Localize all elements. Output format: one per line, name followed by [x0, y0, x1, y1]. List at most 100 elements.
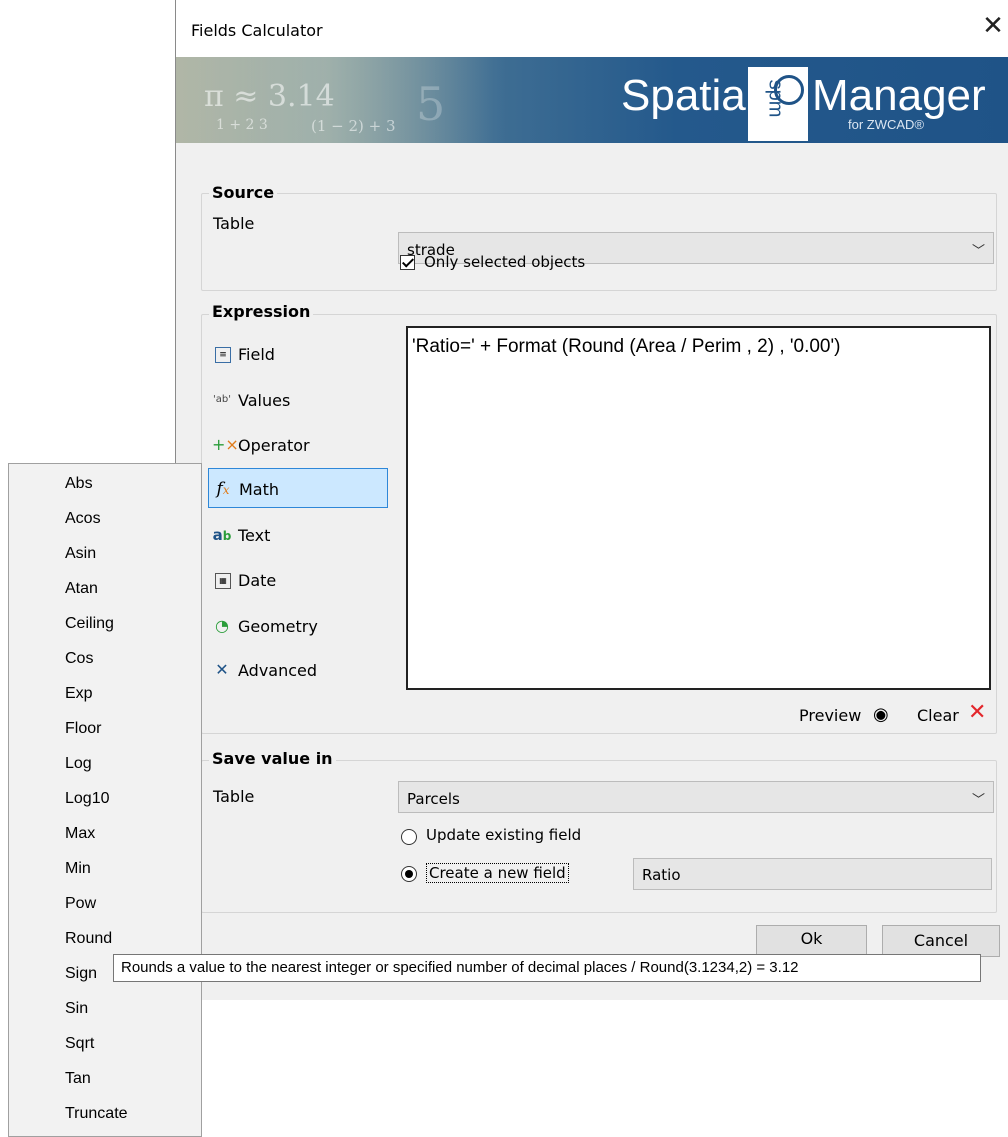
save-table-dropdown[interactable]: Parcels ﹀ — [398, 781, 994, 813]
math-functions-menu: Abs Acos Asin Atan Ceiling Cos Exp Floor… — [8, 463, 202, 1137]
window-title: Fields Calculator — [191, 21, 323, 40]
category-label: Values — [238, 391, 291, 410]
menu-item-truncate[interactable]: Truncate — [9, 1097, 201, 1132]
brand-spatial: Spatial — [621, 71, 756, 120]
only-selected-label[interactable]: Only selected objects — [424, 253, 585, 271]
menu-item-sqrt[interactable]: Sqrt — [9, 1027, 201, 1062]
menu-item-label: Round — [65, 930, 113, 947]
expression-editor[interactable]: 'Ratio=' + Format (Round (Area / Perim ,… — [406, 326, 991, 690]
create-field-radio[interactable] — [401, 866, 417, 882]
category-text[interactable]: ab Text — [208, 515, 388, 555]
new-field-input[interactable]: Ratio — [633, 858, 992, 890]
round-tooltip: Rounds a value to the nearest integer or… — [113, 954, 981, 982]
category-date[interactable]: ▦ Date — [208, 560, 388, 600]
field-icon: ≡ — [215, 347, 231, 363]
globe-icon — [774, 75, 804, 105]
menu-item-tan[interactable]: Tan — [9, 1062, 201, 1097]
category-label: Geometry — [238, 617, 318, 636]
source-legend: Source — [209, 183, 278, 202]
preview-button[interactable]: Preview — [799, 706, 861, 725]
category-field[interactable]: ≡ Field — [208, 334, 388, 374]
menu-item-atan[interactable]: Atan — [9, 572, 201, 607]
menu-item-label: Floor — [65, 720, 102, 737]
brand-manager: Manager — [812, 71, 986, 120]
values-icon: 'ab' — [213, 394, 231, 405]
banner-math-pi: π ≈ 3.14 — [204, 79, 335, 114]
geometry-icon: ◔ — [215, 616, 229, 635]
banner-math-frac: 1 + 2 3 — [216, 117, 268, 133]
eye-icon[interactable]: ◉ — [873, 704, 889, 725]
menu-item-label: Min — [65, 860, 91, 877]
category-math[interactable]: fx Math — [208, 468, 388, 508]
update-field-label[interactable]: Update existing field — [426, 826, 581, 844]
title-bar: Fields Calculator ✕ — [176, 0, 1008, 57]
menu-item-cos[interactable]: Cos — [9, 642, 201, 677]
menu-item-label: Exp — [65, 685, 93, 702]
save-legend: Save value in — [209, 749, 336, 768]
menu-item-pow[interactable]: Pow — [9, 887, 201, 922]
menu-item-label: Pow — [65, 895, 97, 912]
menu-item-acos[interactable]: Acos — [9, 502, 201, 537]
update-field-radio[interactable] — [401, 829, 417, 845]
text-icon: ab — [212, 526, 232, 544]
menu-item-log[interactable]: Log — [9, 747, 201, 782]
menu-item-label: Log — [65, 755, 92, 772]
category-values[interactable]: 'ab' Values — [208, 380, 388, 420]
ok-button[interactable]: Ok — [756, 925, 867, 955]
save-table-label: Table — [213, 787, 255, 806]
advanced-icon: ✕ — [215, 660, 229, 679]
category-label: Date — [238, 571, 277, 590]
category-label: Field — [238, 345, 275, 364]
close-icon[interactable]: ✕ — [977, 10, 1008, 42]
menu-item-ceiling[interactable]: Ceiling — [9, 607, 201, 642]
menu-item-exp[interactable]: Exp — [9, 677, 201, 712]
menu-item-max[interactable]: Max — [9, 817, 201, 852]
create-field-label[interactable]: Create a new field — [426, 863, 569, 883]
menu-item-min[interactable]: Min — [9, 852, 201, 887]
category-label: Operator — [238, 436, 310, 455]
operator-icon: +× — [212, 435, 239, 454]
banner: π ≈ 3.14 1 + 2 3 (1 − 2) + 3 5 Spatial s… — [176, 57, 1008, 143]
menu-item-label: Ceiling — [65, 615, 114, 632]
only-selected-checkbox[interactable] — [400, 255, 415, 270]
menu-item-label: Abs — [65, 475, 93, 492]
menu-item-label: Sqrt — [65, 1035, 95, 1052]
category-label: Text — [238, 526, 271, 545]
banner-math-num: 5 — [416, 77, 446, 131]
menu-item-floor[interactable]: Floor — [9, 712, 201, 747]
chevron-down-icon: ﹀ — [971, 793, 985, 808]
tooltip-text: Rounds a value to the nearest integer or… — [121, 959, 799, 976]
category-label: Math — [239, 480, 280, 499]
date-icon: ▦ — [215, 573, 231, 589]
source-table-label: Table — [213, 214, 255, 233]
menu-item-label: Atan — [65, 580, 98, 597]
menu-item-asin[interactable]: Asin — [9, 537, 201, 572]
menu-item-abs[interactable]: Abs — [9, 467, 201, 502]
save-table-value: Parcels — [407, 790, 460, 808]
chevron-down-icon: ﹀ — [971, 244, 985, 259]
menu-item-label: Acos — [65, 510, 101, 527]
cancel-button[interactable]: Cancel — [882, 925, 1000, 957]
category-operator[interactable]: +× Operator — [208, 425, 388, 465]
category-advanced[interactable]: ✕ Advanced — [208, 650, 388, 690]
menu-item-label: Max — [65, 825, 96, 842]
clear-button[interactable]: Clear — [917, 706, 959, 725]
clear-x-icon[interactable]: ✕ — [968, 700, 986, 725]
spm-logo-icon: spm — [748, 67, 808, 141]
menu-item-log10[interactable]: Log10 — [9, 782, 201, 817]
menu-item-label: Sin — [65, 1000, 89, 1017]
brand-subtitle: for ZWCAD® — [848, 117, 925, 132]
menu-item-round[interactable]: Round — [9, 922, 201, 957]
expression-legend: Expression — [209, 302, 314, 321]
math-icon: fx — [216, 479, 230, 499]
category-label: Advanced — [238, 661, 318, 680]
expression-text: 'Ratio=' + Format (Round (Area / Perim ,… — [412, 336, 841, 357]
category-geometry[interactable]: ◔ Geometry — [208, 606, 388, 646]
menu-item-label: Asin — [65, 545, 97, 562]
menu-item-label: Truncate — [65, 1105, 128, 1122]
menu-item-label: Sign — [65, 965, 98, 982]
banner-math-expr: (1 − 2) + 3 — [311, 117, 396, 135]
menu-item-sin[interactable]: Sin — [9, 992, 201, 1027]
fields-calculator-dialog: Fields Calculator ✕ π ≈ 3.14 1 + 2 3 (1 … — [175, 0, 1008, 1000]
menu-item-label: Cos — [65, 650, 94, 667]
